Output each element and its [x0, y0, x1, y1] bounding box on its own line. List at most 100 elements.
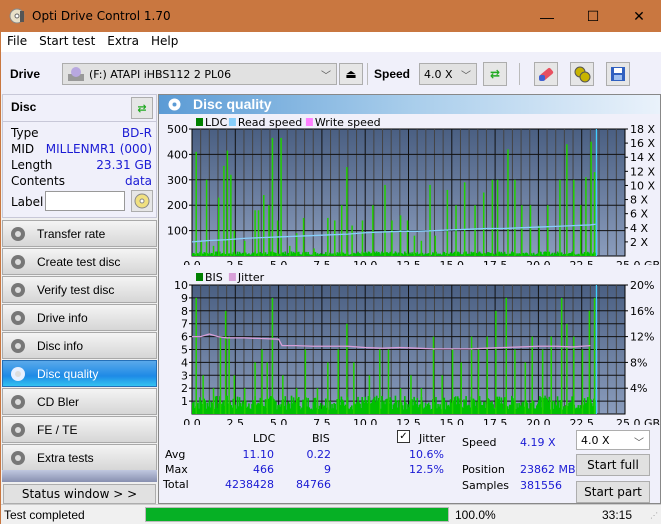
- disc-label-input[interactable]: [45, 191, 125, 211]
- x-tick-label: 12.5: [396, 259, 421, 265]
- floppy-save-icon: [611, 67, 625, 81]
- nav-verify-test-disc[interactable]: Verify test disc: [2, 276, 157, 303]
- nav-cd-bler[interactable]: CD Bler: [2, 388, 157, 415]
- data-bar: [505, 297, 507, 414]
- data-bar: [384, 184, 386, 256]
- menu-bar: File Start test Extra Help: [1, 32, 661, 52]
- data-bar: [368, 375, 371, 414]
- nav-disc-quality[interactable]: Disc quality: [2, 360, 157, 387]
- nav-create-test-disc[interactable]: Create test disc: [2, 248, 157, 275]
- samples-value: 381556: [520, 479, 562, 492]
- nav-transfer-rate[interactable]: Transfer rate: [2, 220, 157, 247]
- max-label: Max: [165, 463, 188, 476]
- app-disc-icon: [9, 8, 25, 24]
- disc-nav-icon: [11, 450, 25, 465]
- disc-refresh-button[interactable]: ⇄: [131, 97, 153, 119]
- y-tick-label: 8: [181, 305, 188, 318]
- disc-contents-row: Contents data: [11, 174, 152, 190]
- stats-col-bis: BIS: [312, 432, 330, 445]
- resize-grip-icon[interactable]: ⋰: [650, 511, 658, 520]
- data-bar: [579, 205, 582, 256]
- refresh-button[interactable]: ⇄: [483, 62, 507, 86]
- status-window-button[interactable]: Status window > >: [3, 484, 156, 504]
- y2-tick-label: 20%: [630, 279, 654, 292]
- close-button[interactable]: ✕: [616, 1, 661, 32]
- jitter-checkbox[interactable]: ✓: [397, 430, 410, 443]
- x-tick-label: 0.0: [183, 259, 201, 265]
- data-bar: [541, 349, 544, 414]
- data-bar: [205, 179, 208, 256]
- drive-icon: [68, 67, 84, 81]
- data-bar: [474, 205, 476, 256]
- eject-button[interactable]: ⏏: [339, 63, 363, 85]
- legend-label: BIS: [205, 271, 223, 284]
- data-bar: [243, 388, 246, 414]
- nav-disc-info[interactable]: Disc info: [2, 332, 157, 359]
- y-tick-label: 7: [181, 318, 188, 331]
- position-label: Position: [462, 463, 505, 476]
- save-button[interactable]: [606, 62, 630, 86]
- data-bar: [581, 349, 584, 414]
- x-tick-label: 15.0: [440, 417, 465, 425]
- data-bar: [529, 205, 532, 256]
- settings-button[interactable]: [570, 62, 594, 86]
- menu-file[interactable]: File: [1, 32, 33, 48]
- data-bar: [507, 149, 509, 256]
- speed-stat-value: 4.19 X: [520, 436, 556, 449]
- refresh-arrows-icon: ⇄: [137, 102, 147, 115]
- disc-label-button[interactable]: [131, 190, 153, 212]
- speed-select[interactable]: 4.0 X ﹀: [419, 63, 477, 85]
- maximize-button[interactable]: ☐: [570, 1, 616, 32]
- app-window: Opti Drive Control 1.70 — ☐ ✕ File Start …: [0, 0, 661, 524]
- y-tick-label: 200: [167, 199, 188, 212]
- minimize-button[interactable]: —: [524, 1, 570, 32]
- erase-button[interactable]: [534, 62, 558, 86]
- toolbar: Drive (F:) ATAPI iHBS112 2 PL06 ﹀ ⏏ Spee…: [1, 52, 661, 94]
- avg-ldc: 11.10: [242, 448, 275, 461]
- nav-spacer: [2, 470, 157, 482]
- nav-label: Drive info: [37, 310, 88, 325]
- data-bar: [514, 349, 516, 414]
- nav-drive-info[interactable]: Drive info: [2, 304, 157, 331]
- menu-extra[interactable]: Extra: [101, 32, 145, 48]
- data-bar: [224, 310, 227, 414]
- x-tick-label: 5.0: [270, 259, 288, 265]
- data-bar: [573, 179, 575, 256]
- maximize-icon: ☐: [586, 8, 600, 24]
- y-tick-label: 300: [167, 174, 188, 187]
- nav-label: Verify test disc: [37, 282, 115, 297]
- drive-select[interactable]: (F:) ATAPI iHBS112 2 PL06 ﹀: [62, 63, 337, 85]
- menu-help[interactable]: Help: [145, 32, 184, 48]
- disc-mid-key: MID: [11, 142, 35, 156]
- window-title: Opti Drive Control 1.70: [32, 9, 171, 23]
- disc-type-key: Type: [11, 126, 39, 140]
- disc-length-key: Length: [11, 158, 53, 172]
- data-bar: [460, 362, 462, 414]
- start-full-button[interactable]: Start full: [576, 454, 650, 476]
- y2-tick-label: 8%: [630, 356, 647, 369]
- y-tick-label: 100: [167, 225, 188, 238]
- status-bar: Test completed 100.0% 33:15 ⋰: [1, 504, 661, 524]
- nav-extra-tests[interactable]: Extra tests: [2, 444, 157, 471]
- drive-label: Drive: [10, 67, 41, 81]
- data-bar: [585, 177, 587, 256]
- nav-fe-te[interactable]: FE / TE: [2, 416, 157, 443]
- data-bar: [491, 179, 494, 256]
- start-part-button[interactable]: Start part: [576, 481, 650, 503]
- x-tick-label: 25.0 GB: [616, 259, 660, 265]
- data-bar: [233, 230, 236, 256]
- data-bar: [219, 336, 222, 414]
- data-bar: [271, 137, 274, 256]
- data-bar: [406, 220, 409, 256]
- disc-info-panel: Disc ⇄ Type BD-R MID MILLENMR1 (000) Lengt…: [2, 94, 157, 218]
- total-bis: 84766: [296, 478, 331, 491]
- data-bar: [340, 205, 343, 256]
- menu-start-test[interactable]: Start test: [33, 32, 101, 48]
- disc-label-key: Label: [11, 195, 44, 209]
- close-icon: ✕: [633, 8, 645, 24]
- data-bar: [514, 179, 516, 256]
- disc-mid-value: MILLENMR1 (000): [45, 142, 152, 156]
- test-speed-select[interactable]: 4.0 X ﹀: [576, 430, 650, 450]
- data-bar: [434, 235, 436, 256]
- data-bar: [327, 362, 329, 414]
